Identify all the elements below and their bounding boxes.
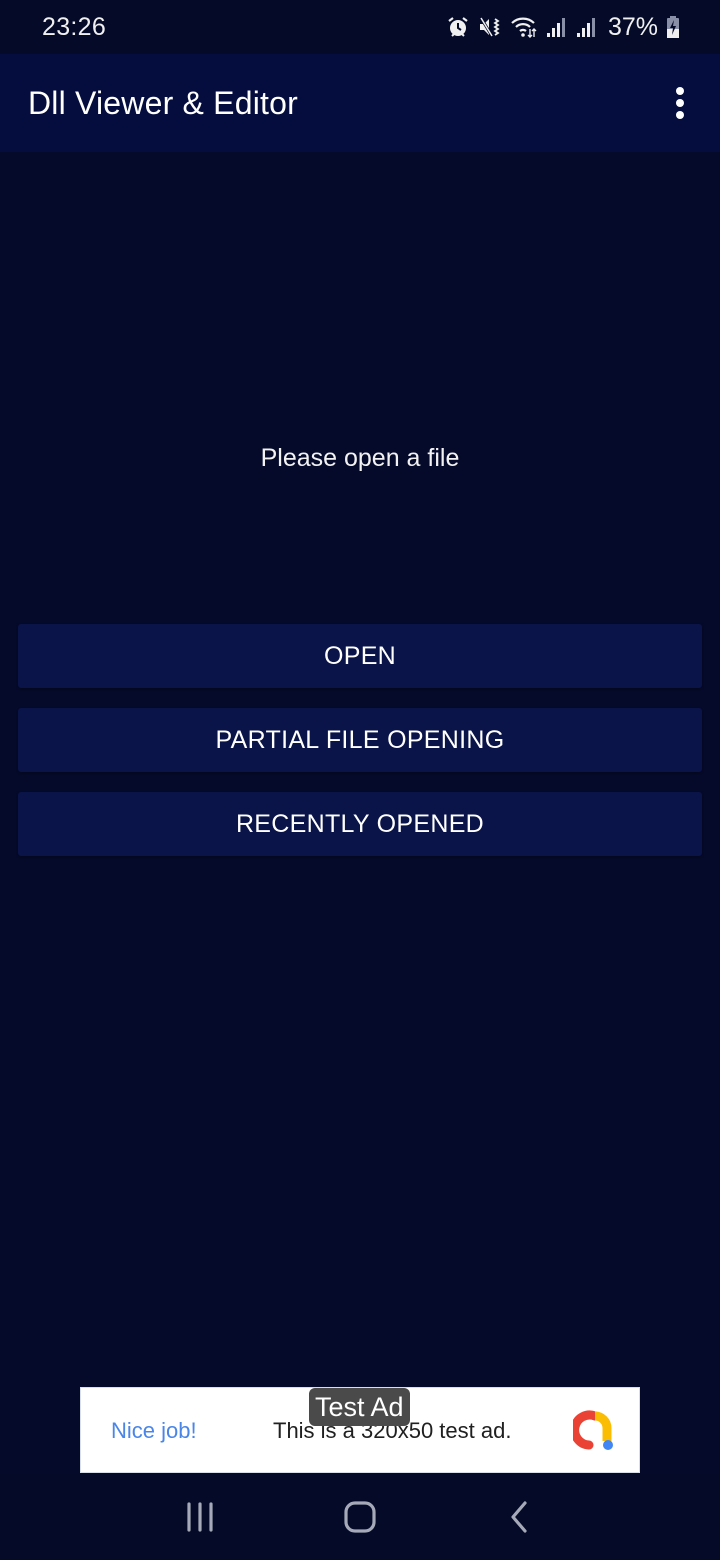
alarm-icon (446, 15, 470, 39)
battery-charging-icon (666, 15, 680, 39)
signal-icon (546, 15, 568, 39)
more-vert-icon-dot (676, 111, 684, 119)
empty-state-message: Please open a file (260, 444, 460, 472)
test-ad-label: Test Ad (309, 1388, 410, 1426)
signal-icon (576, 15, 598, 39)
ad-banner[interactable]: Nice job! This is a 320x50 test ad. Test… (80, 1387, 640, 1473)
app-title: Dll Viewer & Editor (28, 84, 298, 121)
open-button[interactable]: OPEN (18, 624, 702, 688)
home-icon (344, 1500, 376, 1533)
recents-icon (187, 1501, 213, 1532)
ad-cta[interactable]: Nice job! (111, 1418, 197, 1444)
status-time: 23:26 (42, 12, 107, 41)
admob-logo-icon (573, 1410, 613, 1450)
recent-apps-button[interactable] (170, 1487, 230, 1547)
battery-percent: 37% (607, 12, 658, 41)
partial-file-opening-button[interactable]: PARTIAL FILE OPENING (18, 708, 702, 772)
wifi-icon (510, 15, 538, 39)
status-icons: 37% (446, 13, 680, 42)
recently-opened-button[interactable]: RECENTLY OPENED (18, 792, 702, 856)
back-icon (511, 1500, 527, 1533)
more-options-button[interactable] (668, 83, 692, 123)
home-button[interactable] (330, 1487, 390, 1547)
main-content: Please open a file OPEN PARTIAL FILE OPE… (0, 152, 720, 1387)
vibrate-icon (478, 15, 502, 39)
more-vert-icon-dot (676, 99, 684, 107)
back-button[interactable] (490, 1487, 550, 1547)
system-nav-bar (0, 1473, 720, 1560)
status-bar: 23:26 37% (0, 0, 720, 54)
more-vert-icon (676, 87, 684, 95)
app-bar: Dll Viewer & Editor (0, 54, 720, 152)
